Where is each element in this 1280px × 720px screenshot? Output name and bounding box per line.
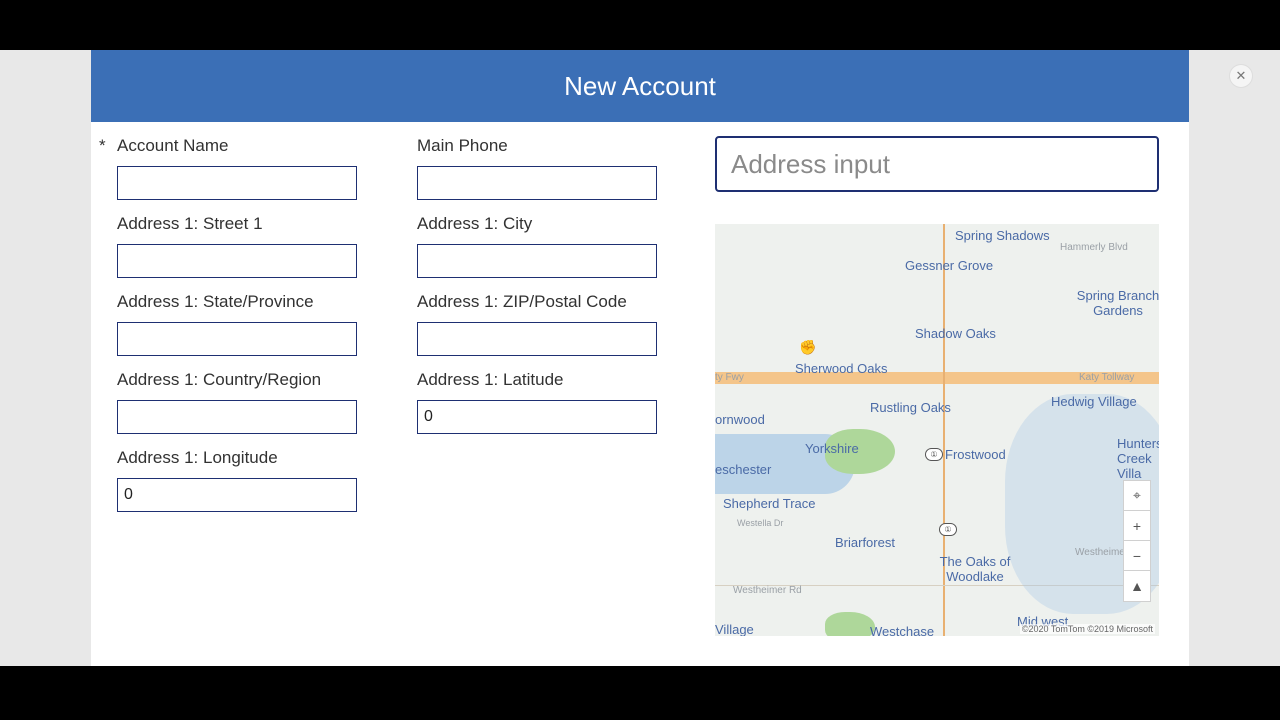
zip-input[interactable] <box>417 322 657 356</box>
label-text-state: Address 1: State/Province <box>117 292 314 312</box>
route-marker-1: ① <box>925 448 943 461</box>
letterbox-top <box>0 0 1280 50</box>
map-attribution: ©2020 TomTom ©2019 Microsoft <box>1020 624 1155 634</box>
map-label: Hammerly Blvd <box>1060 242 1128 253</box>
field-street1: Address 1: Street 1 <box>99 214 399 278</box>
label-text-main-phone: Main Phone <box>417 136 508 156</box>
map-label: eschester <box>715 462 771 477</box>
map-label: Katy Tollway <box>1079 372 1134 383</box>
map-label: Hedwig Village <box>1051 394 1137 409</box>
close-icon: ✕ <box>1236 68 1247 83</box>
map-label: Briarforest <box>835 535 895 550</box>
label-state: Address 1: State/Province <box>99 292 399 312</box>
new-account-dialog: ✕ New Account * Account Name <box>91 50 1189 666</box>
latitude-input[interactable] <box>417 400 657 434</box>
map-label: Village <box>715 622 754 636</box>
map-canvas[interactable]: ✊ ① ① Spring Shadows Gessner Grove Hamme… <box>715 224 1159 636</box>
form-column-right: Main Phone Address 1: City <box>399 136 689 636</box>
field-account-name: * Account Name <box>99 136 399 200</box>
map-rotate-button[interactable]: ▲ <box>1124 571 1150 601</box>
address-search-input[interactable] <box>715 136 1159 192</box>
city-input[interactable] <box>417 244 657 278</box>
map-label: Yorkshire <box>805 441 859 456</box>
label-longitude: Address 1: Longitude <box>99 448 399 468</box>
label-text-city: Address 1: City <box>417 214 532 234</box>
street1-input[interactable] <box>117 244 357 278</box>
label-street1: Address 1: Street 1 <box>99 214 399 234</box>
map-zoom-out-button[interactable]: − <box>1124 541 1150 571</box>
label-main-phone: Main Phone <box>399 136 689 156</box>
map-pane: ✊ ① ① Spring Shadows Gessner Grove Hamme… <box>705 136 1179 636</box>
grab-cursor-icon: ✊ <box>799 339 816 356</box>
label-text-account-name: Account Name <box>117 136 229 156</box>
map-label: Spring Branch Gardens <box>1073 288 1159 318</box>
main-phone-input[interactable] <box>417 166 657 200</box>
label-text-street1: Address 1: Street 1 <box>117 214 263 234</box>
map-label: Rustling Oaks <box>870 400 951 415</box>
map-locate-button[interactable]: ⌖ <box>1124 481 1150 511</box>
workarea: ✕ New Account * Account Name <box>0 50 1280 666</box>
map-label: Gessner Grove <box>905 258 993 273</box>
label-city: Address 1: City <box>399 214 689 234</box>
form-column-left: * Account Name Address 1: Street 1 <box>99 136 399 636</box>
field-zip: Address 1: ZIP/Postal Code <box>399 292 689 356</box>
label-text-longitude: Address 1: Longitude <box>117 448 278 468</box>
map-label: Shepherd Trace <box>723 496 816 511</box>
map-label: Frostwood <box>945 447 1006 462</box>
field-country: Address 1: Country/Region <box>99 370 399 434</box>
label-account-name: * Account Name <box>99 136 399 156</box>
letterbox-bottom <box>0 666 1280 720</box>
field-latitude: Address 1: Latitude <box>399 370 689 434</box>
label-zip: Address 1: ZIP/Postal Code <box>399 292 689 312</box>
map-controls: ⌖ + − ▲ <box>1123 480 1151 602</box>
map-label: Westheimer Rd <box>733 585 802 596</box>
form-columns: * Account Name Address 1: Street 1 <box>99 136 705 636</box>
map-label: Shadow Oaks <box>915 326 996 341</box>
map-zoom-in-button[interactable]: + <box>1124 511 1150 541</box>
account-name-input[interactable] <box>117 166 357 200</box>
route-marker-2: ① <box>939 523 957 536</box>
dialog-header: New Account <box>91 50 1189 122</box>
country-input[interactable] <box>117 400 357 434</box>
dialog-title: New Account <box>564 71 716 102</box>
map-label: The Oaks of Woodlake <box>930 554 1020 584</box>
longitude-input[interactable] <box>117 478 357 512</box>
field-state: Address 1: State/Province <box>99 292 399 356</box>
map-label: Westella Dr <box>737 518 783 528</box>
field-main-phone: Main Phone <box>399 136 689 200</box>
map-label: Spring Shadows <box>955 228 1050 243</box>
map-label: ornwood <box>715 412 765 427</box>
field-longitude: Address 1: Longitude <box>99 448 399 512</box>
label-latitude: Address 1: Latitude <box>399 370 689 390</box>
field-city: Address 1: City <box>399 214 689 278</box>
required-marker: * <box>99 136 117 156</box>
label-text-latitude: Address 1: Latitude <box>417 370 563 390</box>
park-2 <box>825 612 875 636</box>
dialog-content: * Account Name Address 1: Street 1 <box>91 122 1189 636</box>
map-label: Hunters Creek Villa <box>1117 436 1159 481</box>
close-button[interactable]: ✕ <box>1230 65 1252 87</box>
label-text-country: Address 1: Country/Region <box>117 370 321 390</box>
map-label: Sherwood Oaks <box>795 361 888 376</box>
map-label: ty Fwy <box>715 372 744 383</box>
label-text-zip: Address 1: ZIP/Postal Code <box>417 292 627 312</box>
state-input[interactable] <box>117 322 357 356</box>
map-label: Westchase <box>870 624 934 636</box>
label-country: Address 1: Country/Region <box>99 370 399 390</box>
